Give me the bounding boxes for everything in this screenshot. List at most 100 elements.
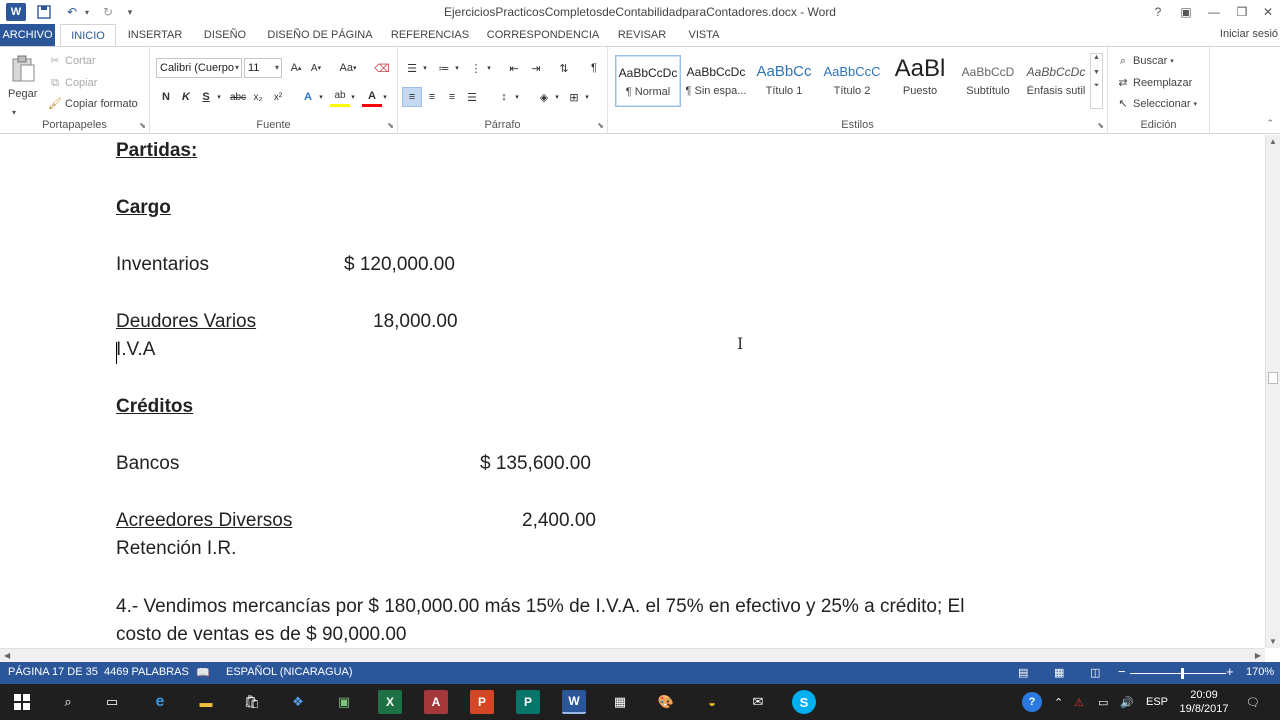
tab-correspondencia[interactable]: CORRESPONDENCIA: [482, 24, 604, 46]
paint-icon[interactable]: 🎨: [654, 690, 678, 714]
print-layout-icon[interactable]: ▦: [1054, 666, 1064, 679]
bullets-icon[interactable]: ☰: [402, 58, 422, 78]
restore-button[interactable]: ❐: [1228, 2, 1256, 22]
style-titulo-2[interactable]: AaBbCcC Título 2: [819, 55, 885, 107]
font-size-dropdown-icon[interactable]: ▾: [275, 59, 279, 77]
format-painter-button[interactable]: 🖌 Copiar formato: [48, 97, 138, 111]
show-hidden-icons[interactable]: ⌃: [1054, 696, 1063, 709]
yellow-app-icon[interactable]: ◒: [700, 690, 724, 714]
style-normal[interactable]: AaBbCcDc ¶ Normal: [615, 55, 681, 107]
paste-button[interactable]: Pegar: [8, 55, 37, 100]
read-mode-icon[interactable]: ▤: [1018, 666, 1028, 679]
shading-icon[interactable]: ◈: [534, 87, 554, 107]
network-icon[interactable]: ▭: [1098, 696, 1108, 709]
italic-button[interactable]: K: [176, 87, 196, 107]
line-spacing-dropdown-icon[interactable]: ▾: [512, 87, 522, 107]
style-puesto[interactable]: AaBl Puesto: [887, 55, 953, 107]
align-right-icon[interactable]: ≡: [442, 87, 462, 107]
scroll-down-icon[interactable]: ▼: [1269, 637, 1277, 646]
style-titulo-1[interactable]: AaBbCc Título 1: [751, 55, 817, 107]
zoom-out-button[interactable]: −: [1118, 664, 1126, 679]
highlight-dropdown-icon[interactable]: ▾: [348, 87, 358, 107]
clipboard-launcher-icon[interactable]: ⬊: [139, 121, 146, 130]
styles-launcher-icon[interactable]: ⬊: [1097, 121, 1104, 130]
subscript-button[interactable]: x₂: [248, 87, 268, 107]
underline-dropdown-icon[interactable]: ▾: [214, 87, 224, 107]
green-app-icon[interactable]: ▣: [332, 690, 356, 714]
paste-dropdown-icon[interactable]: ▾: [12, 108, 16, 117]
tab-vista[interactable]: VISTA: [680, 24, 728, 46]
replace-button[interactable]: ⇄ Reemplazar: [1116, 76, 1192, 90]
file-explorer-icon[interactable]: ▬: [194, 690, 218, 714]
chevron-down-icon[interactable]: ▼: [1091, 69, 1102, 76]
scroll-up-icon[interactable]: ▲: [1269, 137, 1277, 146]
multilevel-dropdown-icon[interactable]: ▾: [484, 58, 494, 78]
font-size-combo[interactable]: 11 ▾: [244, 58, 282, 78]
windows-start-icon[interactable]: [10, 690, 34, 714]
sign-in-link[interactable]: Iniciar sesió: [1220, 28, 1278, 40]
zoom-slider-thumb[interactable]: [1181, 668, 1184, 679]
proofing-icon[interactable]: 📖: [196, 666, 210, 679]
chevron-up-icon[interactable]: ▲: [1091, 54, 1102, 61]
store-icon[interactable]: 🛍: [240, 690, 264, 714]
document-page[interactable]: Partidas: Cargo Inventarios $ 120,000.00…: [0, 135, 1265, 648]
line-spacing-icon[interactable]: ↕: [494, 87, 514, 107]
horizontal-scrollbar[interactable]: ◀ ▶: [0, 648, 1265, 662]
help-button[interactable]: ?: [1144, 2, 1172, 22]
volume-icon[interactable]: 🔊: [1120, 696, 1134, 709]
select-dropdown-icon[interactable]: ▾: [1193, 100, 1197, 108]
bold-button[interactable]: N: [156, 87, 176, 107]
strikethrough-button[interactable]: abc: [228, 87, 248, 107]
multilevel-list-icon[interactable]: ⋮: [466, 58, 486, 78]
decrease-indent-icon[interactable]: ⇤: [504, 58, 524, 78]
tab-revisar[interactable]: REVISAR: [612, 24, 672, 46]
bullets-dropdown-icon[interactable]: ▾: [420, 58, 430, 78]
tab-insertar[interactable]: INSERTAR: [122, 24, 188, 46]
word-count[interactable]: 4469 PALABRAS: [104, 666, 189, 678]
mail-icon[interactable]: ✉: [746, 690, 770, 714]
action-center-icon[interactable]: 🗨: [1246, 696, 1260, 709]
pilcrow-icon[interactable]: ¶: [584, 58, 604, 78]
find-button[interactable]: ⌕ Buscar ▾: [1116, 54, 1174, 68]
font-name-combo[interactable]: Calibri (Cuerpo ▾: [156, 58, 242, 78]
access-icon[interactable]: A: [424, 690, 448, 714]
sort-icon[interactable]: ⇅: [554, 58, 574, 78]
increase-indent-icon[interactable]: ⇥: [526, 58, 546, 78]
publisher-icon[interactable]: P: [516, 690, 540, 714]
grow-font-button[interactable]: A ▴: [286, 58, 306, 78]
vertical-scroll-thumb[interactable]: [1268, 372, 1278, 384]
tab-archivo[interactable]: ARCHIVO: [0, 24, 55, 46]
task-view-icon[interactable]: ▭: [100, 690, 124, 714]
scroll-right-icon[interactable]: ▶: [1255, 651, 1261, 660]
tab-diseno-de-pagina[interactable]: DISEÑO DE PÁGINA: [262, 24, 378, 46]
font-name-dropdown-icon[interactable]: ▾: [235, 59, 239, 77]
web-layout-icon[interactable]: ◫: [1090, 666, 1100, 679]
numbering-dropdown-icon[interactable]: ▾: [452, 58, 462, 78]
scroll-left-icon[interactable]: ◀: [4, 651, 10, 660]
superscript-button[interactable]: x²: [268, 87, 288, 107]
styles-gallery-scroll[interactable]: ▲ ▼ ⏷: [1090, 53, 1103, 109]
zoom-slider[interactable]: [1130, 673, 1226, 674]
font-launcher-icon[interactable]: ⬊: [387, 121, 394, 130]
help-tray-icon[interactable]: ?: [1022, 692, 1042, 712]
font-color-button[interactable]: A: [362, 87, 382, 107]
align-center-icon[interactable]: ≡: [422, 87, 442, 107]
tab-diseno[interactable]: DISEÑO: [196, 24, 254, 46]
borders-dropdown-icon[interactable]: ▾: [582, 87, 592, 107]
antivirus-icon[interactable]: ⚠: [1074, 696, 1084, 709]
zoom-in-button[interactable]: +: [1226, 664, 1234, 679]
powerpoint-icon[interactable]: P: [470, 690, 494, 714]
find-dropdown-icon[interactable]: ▾: [1170, 57, 1174, 65]
align-left-button[interactable]: ≡: [402, 87, 422, 107]
edge-icon[interactable]: e: [148, 690, 172, 714]
minimize-button[interactable]: —: [1200, 2, 1228, 22]
clear-formatting-icon[interactable]: ⌫: [372, 58, 392, 78]
tab-referencias[interactable]: REFERENCIAS: [386, 24, 474, 46]
paragraph-launcher-icon[interactable]: ⬊: [597, 121, 604, 130]
style-sin-espaciado[interactable]: AaBbCcDc ¶ Sin espa...: [683, 55, 749, 107]
text-effects-button[interactable]: A: [298, 87, 318, 107]
vertical-scrollbar[interactable]: ▲ ▼: [1265, 135, 1280, 648]
more-styles-icon[interactable]: ⏷: [1091, 82, 1102, 90]
word-taskbar-icon[interactable]: W: [562, 690, 586, 714]
text-effects-dropdown-icon[interactable]: ▾: [316, 87, 326, 107]
